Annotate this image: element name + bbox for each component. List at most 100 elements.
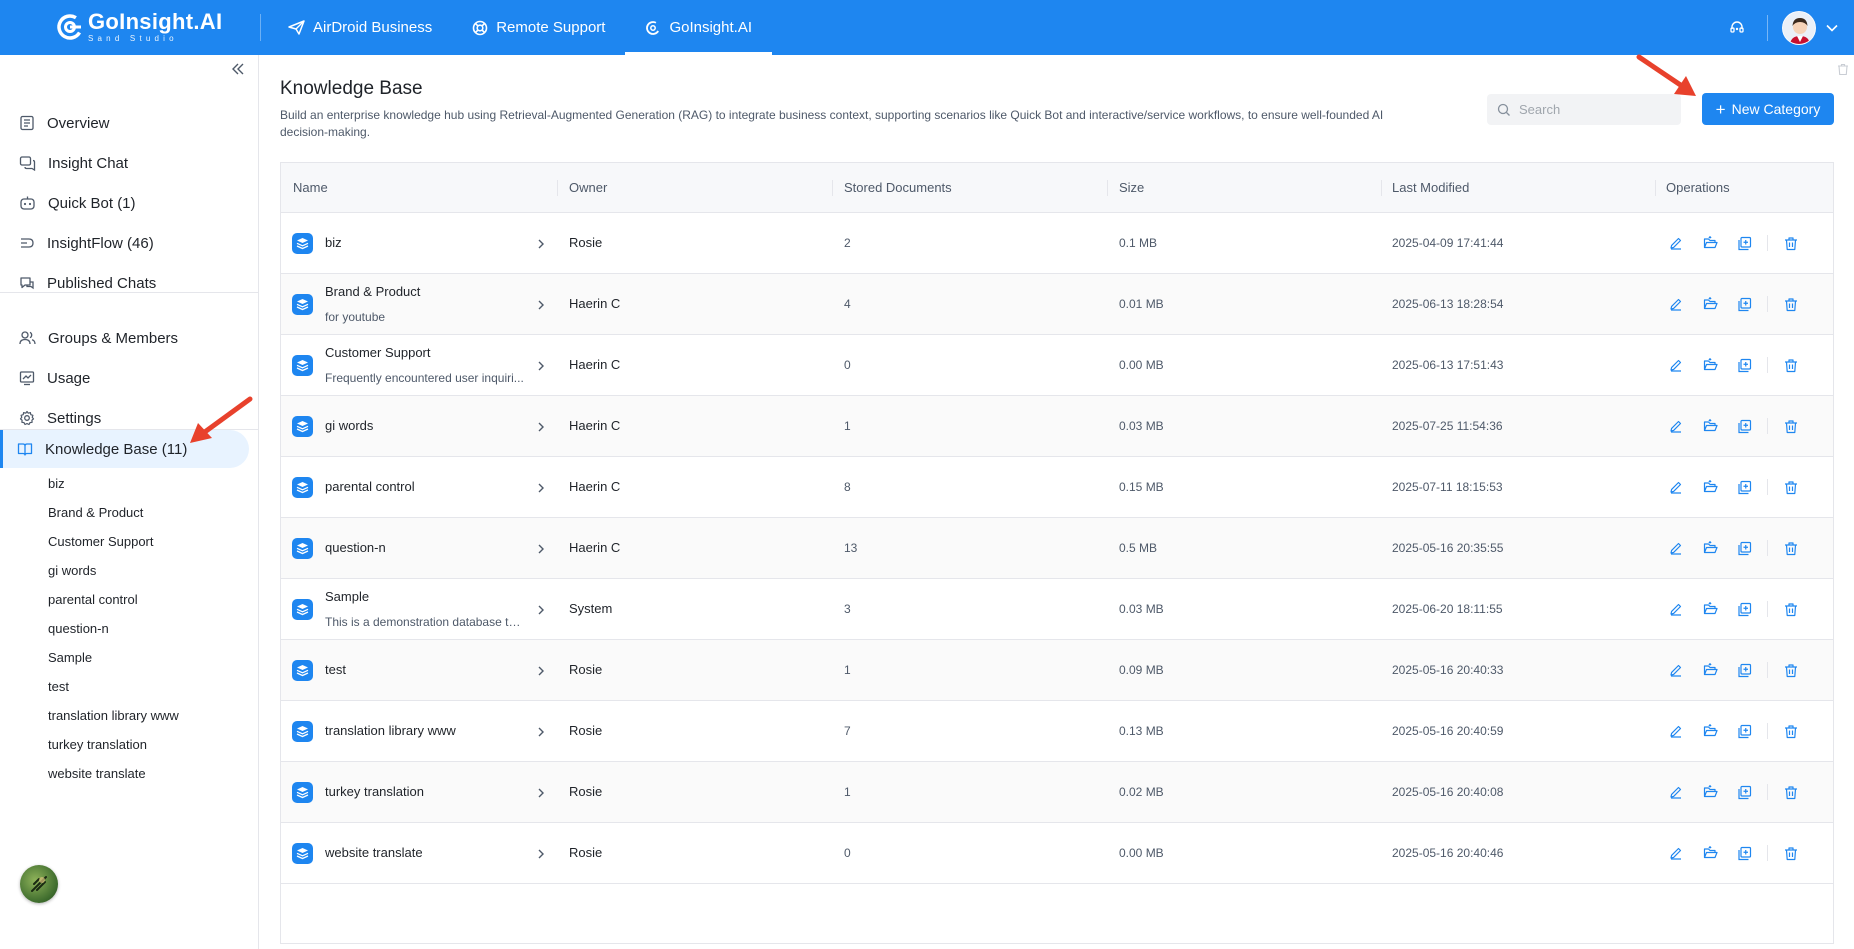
folder-open-icon[interactable] xyxy=(1700,233,1720,253)
kb-sub-item[interactable]: Brand & Product xyxy=(48,502,143,524)
table-row[interactable]: test Rosie 1 0.09 MB 2025-05-16 20:40:33 xyxy=(281,640,1833,701)
row-name[interactable]: question-n xyxy=(325,540,386,555)
table-row[interactable]: website translate Rosie 0 0.00 MB 2025-05-16… xyxy=(281,823,1833,884)
edit-icon[interactable] xyxy=(1666,233,1686,253)
copy-add-icon[interactable] xyxy=(1734,538,1754,558)
edit-icon[interactable] xyxy=(1666,294,1686,314)
chevron-right-icon[interactable] xyxy=(535,542,547,554)
kb-sub-item[interactable]: parental control xyxy=(48,589,138,611)
chevron-right-icon[interactable] xyxy=(535,481,547,493)
delete-icon[interactable] xyxy=(1781,355,1801,375)
copy-add-icon[interactable] xyxy=(1734,843,1754,863)
kb-sub-item[interactable]: test xyxy=(48,676,69,698)
folder-open-icon[interactable] xyxy=(1700,660,1720,680)
copy-add-icon[interactable] xyxy=(1734,416,1754,436)
row-name[interactable]: Customer Support xyxy=(325,345,431,360)
support-icon[interactable] xyxy=(1727,18,1747,38)
table-row[interactable]: Customer Support Frequently encountered u… xyxy=(281,335,1833,396)
table-row[interactable]: parental control Haerin C 8 0.15 MB 2025-07-… xyxy=(281,457,1833,518)
new-category-button[interactable]: + New Category xyxy=(1702,93,1834,125)
folder-open-icon[interactable] xyxy=(1700,843,1720,863)
sidebar-item-groups-members[interactable]: Groups & Members xyxy=(0,318,259,358)
copy-add-icon[interactable] xyxy=(1734,782,1754,802)
assistant-avatar[interactable] xyxy=(20,865,58,903)
copy-add-icon[interactable] xyxy=(1734,355,1754,375)
chevron-right-icon[interactable] xyxy=(535,725,547,737)
delete-icon[interactable] xyxy=(1781,782,1801,802)
search-box[interactable] xyxy=(1487,94,1681,125)
kb-sub-item[interactable]: turkey translation xyxy=(48,734,147,756)
table-row[interactable]: Sample This is a demonstration database t… xyxy=(281,579,1833,640)
row-name[interactable]: website translate xyxy=(325,845,423,860)
folder-open-icon[interactable] xyxy=(1700,416,1720,436)
kb-sub-item[interactable]: Sample xyxy=(48,647,92,669)
edit-icon[interactable] xyxy=(1666,416,1686,436)
sidebar-item-quick-bot[interactable]: Quick Bot (1) xyxy=(0,183,259,223)
delete-icon[interactable] xyxy=(1781,233,1801,253)
folder-open-icon[interactable] xyxy=(1700,782,1720,802)
folder-open-icon[interactable] xyxy=(1700,477,1720,497)
chevron-right-icon[interactable] xyxy=(535,786,547,798)
sidebar-item-usage[interactable]: Usage xyxy=(0,358,259,398)
kb-sub-item[interactable]: translation library www xyxy=(48,705,179,727)
delete-icon[interactable] xyxy=(1781,721,1801,741)
row-name[interactable]: translation library www xyxy=(325,723,456,738)
kb-sub-item[interactable]: website translate xyxy=(48,763,146,785)
top-nav-goinsight[interactable]: GoInsight.AI xyxy=(625,0,772,55)
sidebar-item-insightflow[interactable]: InsightFlow (46) xyxy=(0,223,259,263)
chevron-right-icon[interactable] xyxy=(535,603,547,615)
folder-open-icon[interactable] xyxy=(1700,294,1720,314)
folder-open-icon[interactable] xyxy=(1700,538,1720,558)
row-name[interactable]: parental control xyxy=(325,479,415,494)
edit-icon[interactable] xyxy=(1666,843,1686,863)
delete-icon[interactable] xyxy=(1781,477,1801,497)
row-name[interactable]: test xyxy=(325,662,346,677)
folder-open-icon[interactable] xyxy=(1700,721,1720,741)
folder-open-icon[interactable] xyxy=(1700,599,1720,619)
chevron-right-icon[interactable] xyxy=(535,420,547,432)
copy-add-icon[interactable] xyxy=(1734,599,1754,619)
user-avatar[interactable] xyxy=(1782,10,1816,45)
copy-add-icon[interactable] xyxy=(1734,660,1754,680)
copy-add-icon[interactable] xyxy=(1734,721,1754,741)
delete-icon[interactable] xyxy=(1781,843,1801,863)
chevron-down-icon[interactable] xyxy=(1826,21,1840,35)
kb-sub-item[interactable]: biz xyxy=(48,473,65,495)
sidebar-item-published-chats[interactable]: Published Chats xyxy=(0,263,259,303)
table-row[interactable]: Brand & Product for youtube Haerin C 4 0.01 … xyxy=(281,274,1833,335)
folder-open-icon[interactable] xyxy=(1700,355,1720,375)
delete-icon[interactable] xyxy=(1781,416,1801,436)
top-nav-remote-support[interactable]: Remote Support xyxy=(452,0,625,55)
kb-sub-item[interactable]: gi words xyxy=(48,560,96,582)
table-row[interactable]: biz Rosie 2 0.1 MB 2025-04-09 17:41:44 xyxy=(281,213,1833,274)
edit-icon[interactable] xyxy=(1666,355,1686,375)
table-row[interactable]: question-n Haerin C 13 0.5 MB 2025-05-16 20:… xyxy=(281,518,1833,579)
delete-icon[interactable] xyxy=(1781,599,1801,619)
copy-add-icon[interactable] xyxy=(1734,477,1754,497)
table-row[interactable]: translation library www Rosie 7 0.13 MB 2025… xyxy=(281,701,1833,762)
brand-logo[interactable]: GoInsight.AI Sand Studio xyxy=(56,9,222,45)
chevron-right-icon[interactable] xyxy=(535,664,547,676)
sidebar-item-overview[interactable]: Overview xyxy=(0,103,259,143)
search-input[interactable] xyxy=(1519,102,1669,117)
edit-icon[interactable] xyxy=(1666,782,1686,802)
row-name[interactable]: biz xyxy=(325,235,342,250)
delete-icon[interactable] xyxy=(1781,538,1801,558)
table-row[interactable]: turkey translation Rosie 1 0.02 MB 2025-05-1… xyxy=(281,762,1833,823)
table-row[interactable]: gi words Haerin C 1 0.03 MB 2025-07-25 11:54… xyxy=(281,396,1833,457)
chevron-right-icon[interactable] xyxy=(535,847,547,859)
row-name[interactable]: gi words xyxy=(325,418,373,433)
kb-sub-item[interactable]: Customer Support xyxy=(48,531,154,553)
delete-icon[interactable] xyxy=(1781,660,1801,680)
row-name[interactable]: Sample xyxy=(325,589,369,604)
sidebar-item-insight-chat[interactable]: Insight Chat xyxy=(0,143,259,183)
collapse-sidebar-icon[interactable] xyxy=(230,61,248,79)
top-nav-airdroid-business[interactable]: AirDroid Business xyxy=(268,0,452,55)
copy-add-icon[interactable] xyxy=(1734,233,1754,253)
row-name[interactable]: Brand & Product xyxy=(325,284,420,299)
edit-icon[interactable] xyxy=(1666,721,1686,741)
edit-icon[interactable] xyxy=(1666,538,1686,558)
edit-icon[interactable] xyxy=(1666,599,1686,619)
kb-sub-item[interactable]: question-n xyxy=(48,618,109,640)
chevron-right-icon[interactable] xyxy=(535,237,547,249)
